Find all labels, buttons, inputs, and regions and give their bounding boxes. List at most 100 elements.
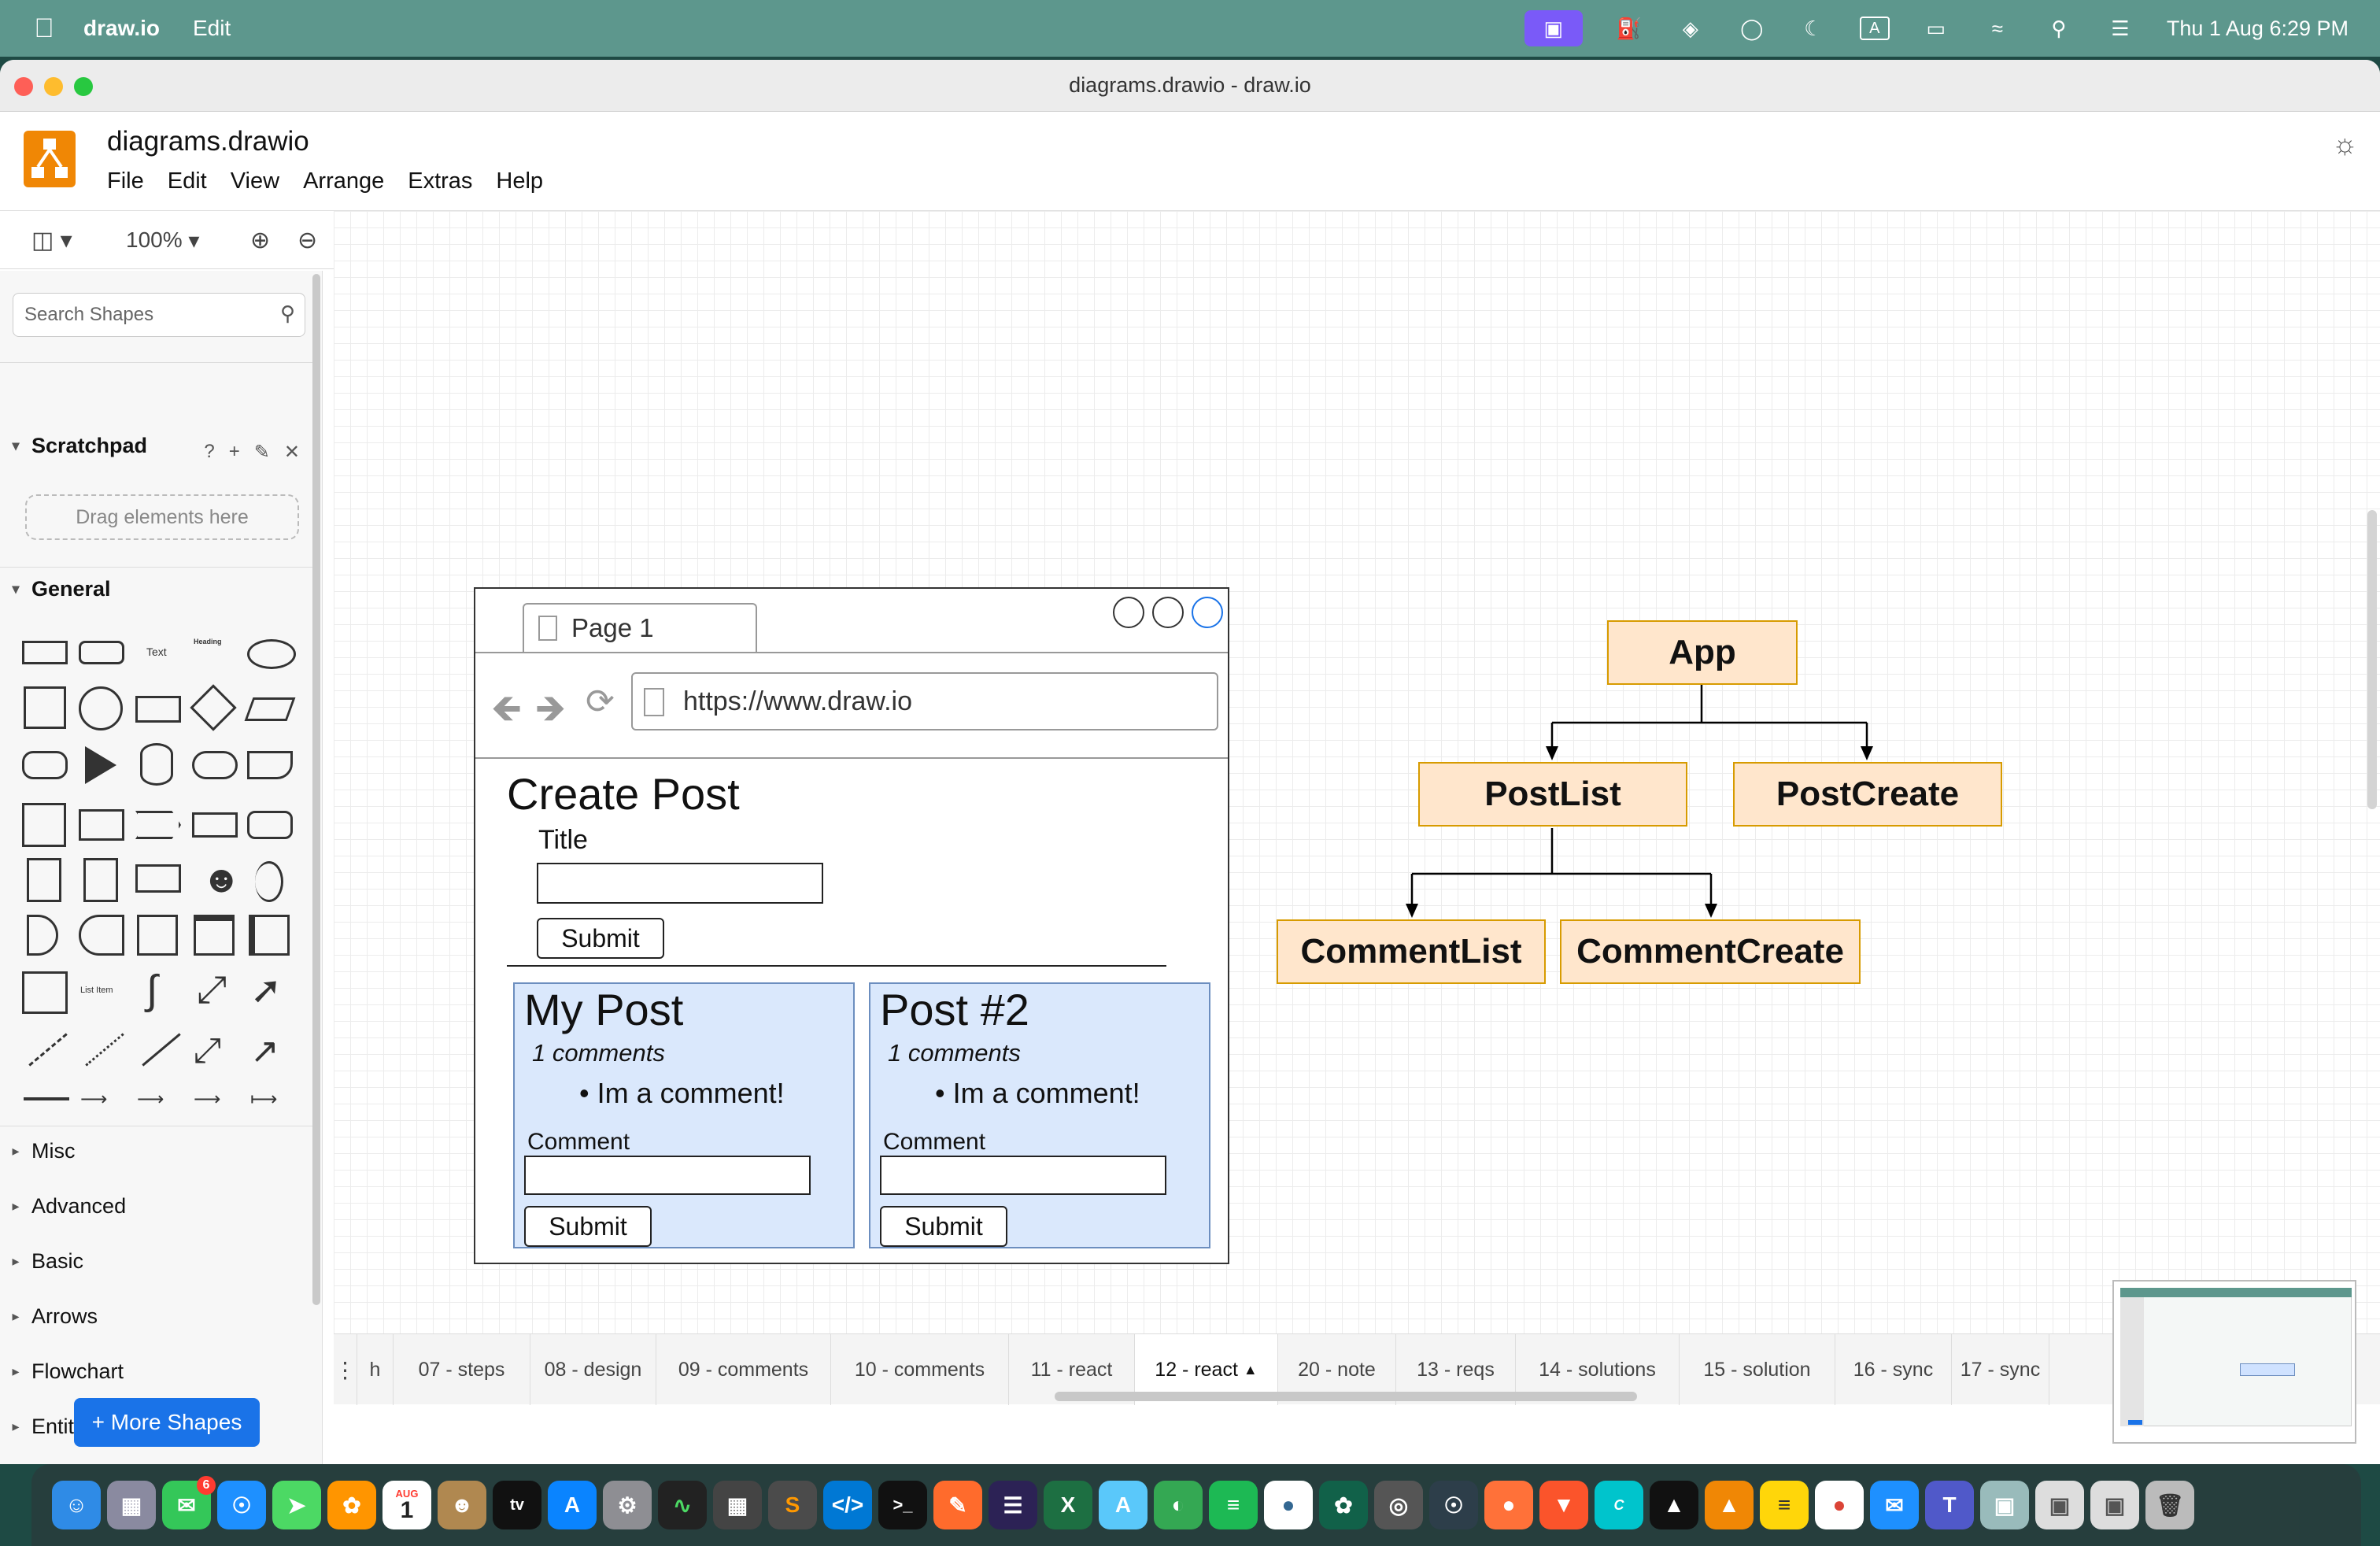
shape-directional-connector[interactable]: ↗ (250, 1031, 279, 1071)
shape-bidirectional-connector[interactable]: ⤢ (194, 1031, 221, 1071)
docker-icon[interactable]: ⛽ (1614, 17, 1644, 40)
calculator-icon[interactable]: ▦ (713, 1481, 762, 1529)
activity-monitor-icon[interactable]: ∿ (658, 1481, 707, 1529)
shape-cube[interactable] (79, 809, 124, 841)
battery-icon[interactable]: ▭ (1921, 17, 1951, 40)
canvas-scrollbar-vertical[interactable] (2367, 510, 2377, 809)
app-store-icon[interactable]: A (548, 1481, 597, 1529)
shape-triangle[interactable] (85, 746, 116, 784)
zoom-window-button[interactable] (74, 77, 93, 96)
screen-mirroring-icon[interactable]: ▣ (1524, 10, 1583, 46)
maps-icon[interactable]: ➤ (272, 1481, 321, 1529)
view-panels-icon[interactable]: ◫ ▾ (31, 225, 72, 255)
shape-text[interactable]: Text (146, 645, 167, 658)
shape-diamond[interactable] (190, 684, 237, 731)
page-tab[interactable]: 15 - solution (1680, 1334, 1835, 1405)
menu-view[interactable]: View (231, 168, 279, 194)
instruments-icon[interactable]: A (1099, 1481, 1148, 1529)
canva-icon[interactable]: C (1595, 1481, 1643, 1529)
shape-curve[interactable]: ∫ (146, 967, 157, 1014)
scratchpad-dropzone[interactable]: Drag elements here (25, 494, 299, 540)
messages-icon[interactable]: ✉ 6 (162, 1476, 216, 1529)
theme-toggle-sun-icon[interactable]: ☼ (2332, 128, 2358, 161)
app-menu[interactable]: draw.io (83, 16, 160, 41)
document-title[interactable]: diagrams.drawio (107, 126, 309, 157)
page-tab[interactable]: 16 - sync (1835, 1334, 1952, 1405)
tree-node-commentlist[interactable]: CommentList (1277, 919, 1546, 984)
shape-step[interactable] (135, 811, 181, 839)
shape-rounded-rectangle[interactable] (79, 641, 124, 664)
apple-menu-icon[interactable]:  (28, 13, 60, 44)
preview-icon[interactable]: ▣ (1980, 1481, 2029, 1529)
more-shapes-button[interactable]: + More Shapes (74, 1398, 260, 1447)
page-tabs-menu-icon[interactable]: ⋮ (334, 1334, 357, 1405)
excel-icon[interactable]: X (1044, 1481, 1092, 1529)
edit-pencil-icon[interactable]: ✎ (254, 441, 270, 464)
arrows-section[interactable]: ▸ Arrows (0, 1293, 315, 1340)
mongodb-icon[interactable]: ✿ (1319, 1481, 1368, 1529)
page-tab[interactable]: 08 - design (530, 1334, 656, 1405)
shape-internal-storage[interactable] (22, 803, 66, 847)
tree-node-app[interactable]: App (1607, 620, 1798, 685)
shape-data-storage[interactable] (79, 915, 124, 956)
close-icon[interactable]: ✕ (284, 441, 300, 464)
zoom-out-icon[interactable]: ⊖ (298, 225, 317, 255)
shape-callout[interactable] (135, 864, 181, 893)
compass-icon[interactable]: ☉ (1429, 1481, 1478, 1529)
mail-icon[interactable]: ✉ (1870, 1481, 1919, 1529)
moon-icon[interactable]: ☾ (1798, 17, 1828, 40)
edit-menu[interactable]: Edit (193, 16, 231, 41)
zoom-select[interactable]: 100% ▾ (126, 225, 199, 255)
shape-process[interactable] (135, 696, 181, 723)
menu-extras[interactable]: Extras (408, 168, 472, 194)
basic-section[interactable]: ▸ Basic (0, 1237, 315, 1285)
shape-bidirectional-arrow[interactable]: ⤢ (197, 968, 227, 1012)
page-tab[interactable]: 10 - comments (831, 1334, 1009, 1405)
shape-delay[interactable] (27, 915, 58, 956)
sublime-text-icon[interactable]: S (768, 1481, 817, 1529)
add-icon[interactable]: + (229, 441, 240, 464)
shape-container[interactable] (137, 915, 178, 956)
help-icon[interactable]: ? (204, 441, 214, 464)
shape-note[interactable] (27, 858, 61, 902)
shape-document[interactable] (247, 751, 293, 779)
page-tab[interactable]: 07 - steps (394, 1334, 530, 1405)
spotlight-search-icon[interactable]: ⚲ (2044, 17, 2074, 40)
chrome-icon[interactable]: ● (1815, 1481, 1864, 1529)
shape-link-arrow-3[interactable]: ⟶ (194, 1088, 220, 1111)
general-section[interactable]: ▾ General (0, 565, 315, 612)
apple-tv-icon[interactable]: tv (493, 1481, 541, 1529)
photos-icon[interactable]: ✿ (327, 1481, 376, 1529)
shape-parallelogram[interactable] (244, 697, 296, 721)
shape-cloud[interactable] (192, 751, 238, 779)
shape-swimlane[interactable] (194, 915, 235, 956)
shape-arrow[interactable]: ➚ (250, 968, 282, 1012)
minimap-thumbnail[interactable] (2112, 1280, 2356, 1444)
shape-trapezoid[interactable] (192, 812, 238, 838)
speedometer-icon[interactable]: ◐ (1154, 1481, 1203, 1529)
shape-ellipse[interactable] (247, 639, 296, 669)
search-shapes-input[interactable]: Search Shapes ⚲ (13, 293, 305, 337)
spotify-icon[interactable]: ≡ (1209, 1481, 1258, 1529)
launchpad-icon[interactable]: ▦ (107, 1481, 156, 1529)
contacts-icon[interactable]: ☻ (438, 1481, 486, 1529)
tree-node-postcreate[interactable]: PostCreate (1733, 762, 2002, 827)
shape-line[interactable] (142, 1033, 181, 1067)
menu-arrange[interactable]: Arrange (303, 168, 384, 194)
menubar-clock[interactable]: Thu 1 Aug 6:29 PM (2167, 17, 2349, 41)
search-icon[interactable]: ⚲ (280, 301, 295, 326)
wifi-icon[interactable]: ≈ (1983, 17, 2012, 40)
inkscape-icon[interactable]: ▲ (1650, 1481, 1698, 1529)
menu-file[interactable]: File (107, 168, 144, 194)
tree-node-postlist[interactable]: PostList (1418, 762, 1687, 827)
shape-hexagon[interactable] (22, 751, 68, 779)
shape-vertical-swimlane[interactable] (249, 915, 290, 956)
drawio-dock-icon[interactable]: ▲ (1705, 1481, 1754, 1529)
page-tab[interactable]: 17 - sync (1952, 1334, 2049, 1405)
menu-edit[interactable]: Edit (168, 168, 207, 194)
finder-icon[interactable]: ☺ (52, 1481, 101, 1529)
diagram-canvas[interactable]: Page 1 🡸 🡺 ⟳ https://www.draw.io Create … (334, 211, 2380, 1333)
shape-list-item[interactable]: List Item (80, 986, 113, 995)
flowchart-section[interactable]: ▸ Flowchart (0, 1348, 315, 1395)
chrome-canary-icon[interactable]: ◎ (1374, 1481, 1423, 1529)
